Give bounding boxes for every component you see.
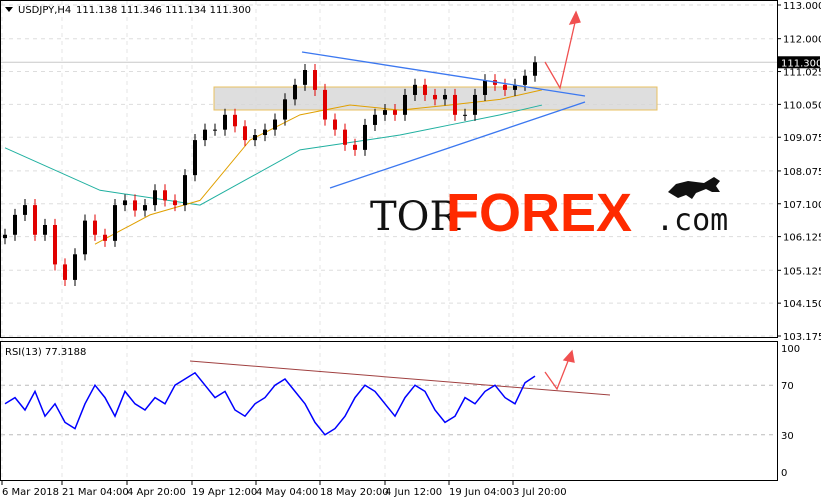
- candle-body: [323, 89, 327, 120]
- rsi-trend-line[interactable]: [189, 360, 611, 396]
- rsi-title: RSI(13) 77.3188: [5, 347, 86, 358]
- candle-body: [123, 200, 127, 206]
- candle-body: [363, 124, 367, 150]
- rsi-forecast-arrow: [544, 349, 575, 391]
- candle-body: [353, 144, 357, 150]
- rsi-tick-label: 100: [781, 344, 800, 355]
- candle-body: [153, 190, 157, 206]
- candle-body: [83, 220, 87, 255]
- candle-body: [333, 119, 337, 130]
- candle-body: [133, 200, 137, 211]
- candle-body: [53, 224, 57, 265]
- main-panel-frame: [0, 0, 778, 338]
- price-chart: 113.000112.000111.025110.050109.075108.0…: [0, 0, 821, 498]
- candle-body: [263, 129, 267, 136]
- x-tick-label: 4 Apr 20:00: [127, 487, 186, 498]
- current-price-label: 111.300: [781, 58, 821, 69]
- candle-body: [223, 114, 227, 130]
- candle-body: [73, 254, 77, 280]
- y-tick-label: 112.000: [783, 35, 821, 46]
- y-tick-label: 113.000: [783, 1, 821, 12]
- candle-body: [293, 84, 297, 100]
- candle-body: [213, 129, 217, 131]
- candle-body: [93, 220, 97, 235]
- candle-body: [273, 119, 277, 130]
- candle-body: [253, 135, 257, 141]
- y-tick-label: 109.075: [783, 133, 821, 144]
- candle-body: [303, 70, 307, 85]
- x-tick-label: 18 May 20:00: [320, 487, 389, 498]
- candle-body: [13, 214, 17, 235]
- x-tick-label: 6 Mar 2018: [2, 487, 59, 498]
- candle-body: [453, 94, 457, 115]
- candle-body: [383, 110, 387, 115]
- candle-body: [403, 94, 407, 115]
- logo-forex: FOREX: [446, 183, 632, 243]
- dropdown-triangle-icon[interactable]: [5, 7, 13, 12]
- candle-body: [283, 99, 287, 120]
- y-tick-label: 108.075: [783, 167, 821, 178]
- x-tick-label: 4 Jun 12:00: [385, 487, 442, 498]
- candle-body: [3, 234, 7, 239]
- logo-com: .com: [656, 203, 728, 238]
- symbol-title: USDJPY,H4: [18, 5, 71, 16]
- candle-body: [193, 140, 197, 176]
- candle-body: [203, 129, 207, 141]
- y-tick-label: 103.175: [783, 332, 821, 343]
- candle-body: [23, 205, 27, 215]
- candle-body: [393, 110, 397, 115]
- candle-body: [183, 175, 187, 206]
- x-tick-label: 19 Apr 12:00: [192, 487, 257, 498]
- y-tick-label: 105.125: [783, 266, 821, 277]
- y-tick-label: 104.150: [783, 299, 821, 310]
- x-tick-label: 3 Jul 20:00: [513, 487, 567, 498]
- x-tick-label: 4 May 04:00: [256, 487, 318, 498]
- candle-body: [243, 126, 247, 141]
- axes: 113.000112.000111.025110.050109.075108.0…: [1, 1, 821, 498]
- rsi-tick-label: 30: [781, 431, 794, 442]
- candle-body: [533, 62, 537, 76]
- candle-body: [63, 264, 67, 280]
- lower-trend-line[interactable]: [329, 101, 586, 189]
- candle-body: [163, 190, 167, 201]
- candle-body: [413, 84, 417, 95]
- candle-body: [313, 70, 317, 90]
- forecast-arrow: [544, 10, 581, 90]
- y-tick-label: 110.050: [783, 100, 821, 111]
- x-tick-label: 19 Jun 04:00: [449, 487, 513, 498]
- candle-body: [173, 200, 177, 206]
- candle-body: [473, 94, 477, 115]
- candle-body: [423, 84, 427, 95]
- rsi-tick-label: 0: [781, 468, 787, 479]
- x-tick-label: 21 Mar 04:00: [62, 487, 129, 498]
- candle-body: [103, 234, 107, 241]
- candle-body: [233, 114, 237, 127]
- bull-icon: [668, 177, 720, 199]
- candle-body: [433, 94, 437, 100]
- candle-body: [33, 205, 37, 235]
- candle-body: [43, 224, 47, 235]
- candle-body: [143, 205, 147, 211]
- candle-body: [523, 75, 527, 85]
- y-tick-label: 107.100: [783, 200, 821, 211]
- candle-body: [343, 129, 347, 145]
- candle-body: [483, 80, 487, 95]
- candle-body: [373, 114, 377, 125]
- ohlc-values: 111.138 111.346 111.134 111.300: [76, 5, 251, 16]
- y-tick-label: 106.125: [783, 233, 821, 244]
- candle-body: [503, 84, 507, 90]
- candle-body: [443, 94, 447, 100]
- candle-body: [463, 114, 467, 116]
- candle-body: [113, 205, 117, 241]
- rsi-tick-label: 70: [781, 381, 794, 392]
- torforex-logo: TOR FOREX .com: [370, 177, 728, 243]
